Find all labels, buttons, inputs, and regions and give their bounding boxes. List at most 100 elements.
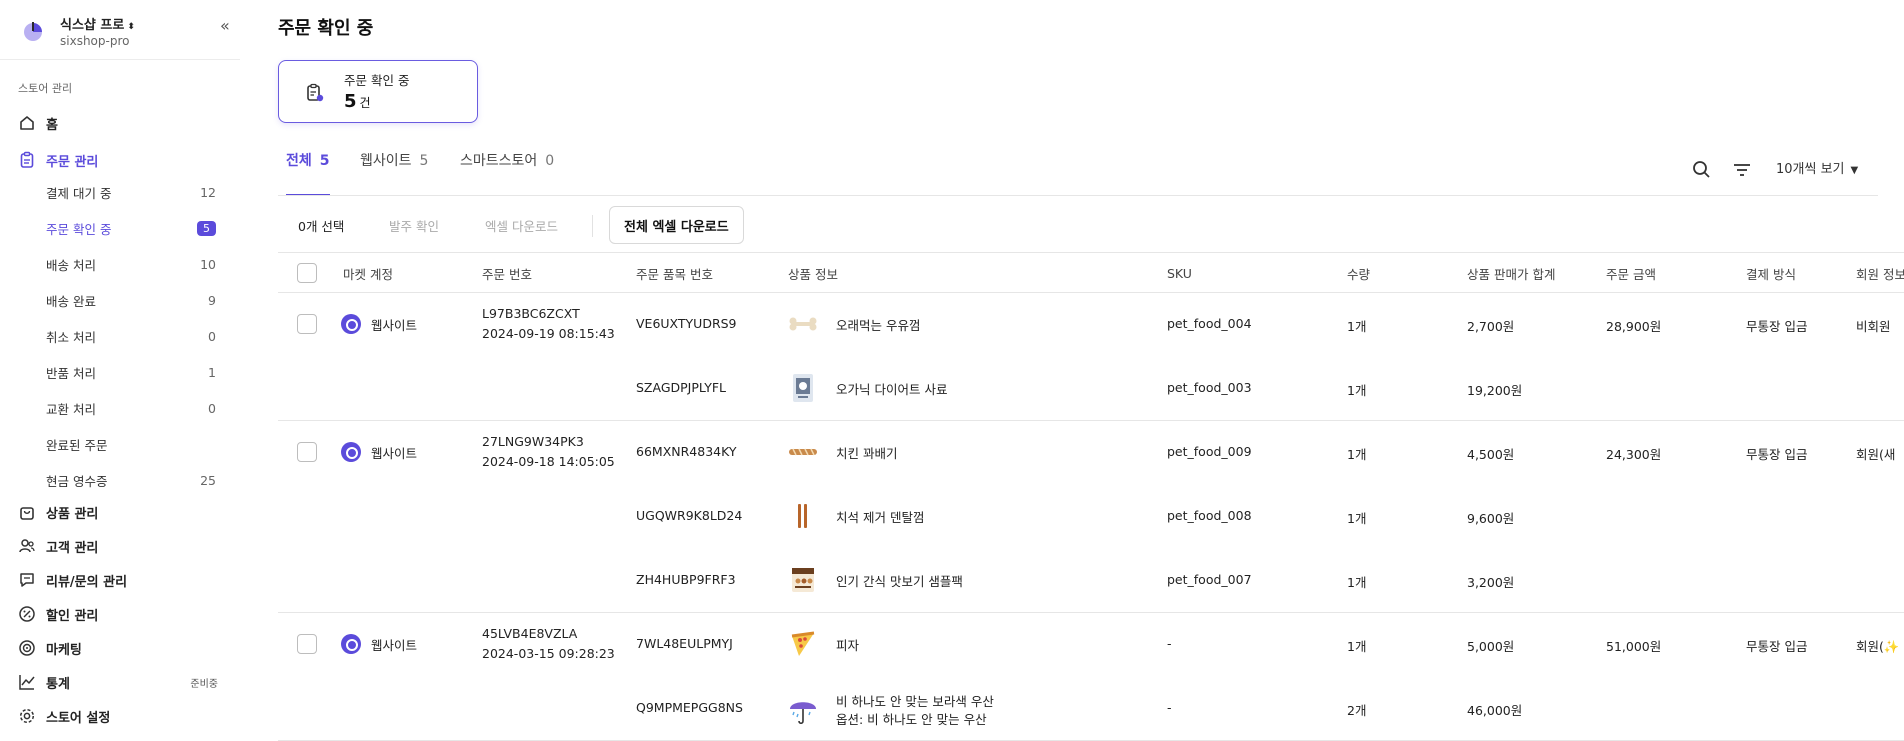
order-number-cell[interactable]: 45LVB4E8VZLA 2024-03-15 09:28:23 [482,624,615,664]
col-member: 회원 정보 [1856,266,1904,282]
page-size-select[interactable]: 10개씩 보기 ▼ [1776,158,1858,177]
quantity: 1개 [1347,511,1367,526]
payment-method: 무통장 입금 [1746,319,1808,334]
order-number-cell[interactable]: 27LNG9W34PK3 2024-09-18 14:05:05 [482,432,615,472]
row-checkbox[interactable] [297,314,317,334]
col-market: 마켓 계정 [343,266,393,282]
member-info: 회원(✨ [1856,639,1900,654]
sku: - [1167,700,1172,715]
item-number: UGQWR9K8LD24 [636,508,743,523]
divider [592,215,593,237]
sidebar-sub-delivered[interactable]: 배송 완료 9 [46,285,216,315]
sidebar-item-reviews[interactable]: 리뷰/문의 관리 [18,565,218,595]
sku: - [1167,636,1172,651]
product-cell[interactable]: 오래먹는 우유껌 [788,309,920,339]
subtotal: 2,700원 [1467,319,1515,334]
order-amount: 24,300원 [1606,447,1662,462]
website-icon [341,634,361,654]
sidebar-sub-payment-pending[interactable]: 결제 대기 중 12 [46,177,216,207]
sidebar-item-products[interactable]: 상품 관리 [18,497,218,527]
excel-download-button[interactable]: 엑셀 다운로드 [485,205,558,245]
row-checkbox[interactable] [297,634,317,654]
sku: pet_food_004 [1167,316,1252,331]
website-icon [341,442,361,462]
store-switcher[interactable]: 식스샵 프로 ⬍ sixshop-pro [18,10,228,50]
member-info: 회원(새 [1856,447,1896,462]
select-all-checkbox[interactable] [297,263,317,283]
target-icon [19,640,35,656]
clipboard-check-icon [307,83,324,102]
summary-value: 5 [344,91,357,112]
product-cell[interactable]: 피자 [788,629,859,659]
quantity: 1개 [1347,575,1367,590]
sidebar-item-customers[interactable]: 고객 관리 [18,531,218,561]
selected-count: 0개 선택 [298,218,345,234]
sku: pet_food_008 [1167,508,1252,523]
quantity: 2개 [1347,703,1367,718]
sub-count: 0 [208,400,216,416]
sub-label: 주문 확인 중 [46,221,112,237]
filter-icon[interactable] [1730,158,1754,182]
tab-website[interactable]: 웹사이트 5 [360,150,428,196]
product-cell[interactable]: 오가닉 다이어트 사료 [788,373,947,403]
sidebar-item-stats[interactable]: 통계 준비중 [18,667,218,697]
shopping-bag-icon [20,507,34,520]
tab-all[interactable]: 전체 5 [286,150,330,196]
pizza-icon [788,629,818,659]
product-cell[interactable]: 치석 제거 덴탈껌 [788,501,924,531]
product-cell[interactable]: 비 하나도 안 맞는 보라색 우산 옵션: 비 하나도 안 맞는 우산 [788,693,994,729]
row-checkbox[interactable] [297,442,317,462]
users-icon [19,539,35,553]
sidebar-item-label: 고객 관리 [46,540,99,556]
item-number: Q9MPMEPGG8NS [636,700,743,715]
product-cell[interactable]: 치킨 꽈배기 [788,437,897,467]
product-name: 오래먹는 우유껌 [836,317,921,333]
store-id: sixshop-pro [60,34,130,48]
subtotal: 9,600원 [1467,511,1515,526]
sidebar-sub-exchange[interactable]: 교환 처리 0 [46,393,216,423]
collapse-sidebar-icon[interactable]: « [220,16,230,35]
sidebar-item-home[interactable]: 홈 [18,108,218,138]
sidebar-item-label: 마케팅 [46,642,82,658]
gear-icon [19,708,35,724]
excel-download-all-button[interactable]: 전체 엑셀 다운로드 [609,206,744,244]
col-item-no: 주문 품목 번호 [636,266,713,282]
sidebar-sub-shipping[interactable]: 배송 처리 10 [46,249,216,279]
sidebar-item-label: 통계 [46,676,70,692]
quantity: 1개 [1347,639,1367,654]
tab-count: 5 [419,153,429,169]
product-cell[interactable]: 인기 간식 맛보기 샘플팩 [788,565,963,595]
coming-soon-badge: 준비중 [190,678,218,690]
order-number-cell[interactable]: L97B3BC6ZCXT 2024-09-19 08:15:43 [482,304,615,344]
sidebar-sub-cancel[interactable]: 취소 처리 0 [46,321,216,351]
website-icon [341,314,361,334]
percent-icon [19,606,35,622]
sidebar-sub-order-confirming[interactable]: 주문 확인 중 5 [46,213,216,243]
col-product: 상품 정보 [788,266,838,282]
line-chart-icon [19,675,35,690]
sidebar-item-settings[interactable]: 스토어 설정 [18,701,218,731]
tab-smartstore[interactable]: 스마트스토어 0 [460,150,554,196]
sidebar-item-marketing[interactable]: 마케팅 [18,633,218,663]
item-number: 66MXNR4834KY [636,444,737,459]
sidebar-sub-completed[interactable]: 완료된 주문 [46,429,216,459]
divider [278,420,1904,421]
quantity: 1개 [1347,319,1367,334]
item-number: 7WL48EULPMYJ [636,636,733,651]
subtotal: 46,000원 [1467,703,1523,718]
chat-icon [20,573,34,587]
chevron-updown-icon: ⬍ [127,22,135,32]
sidebar-sub-cash-receipt[interactable]: 현금 영수증 25 [46,465,216,495]
confirm-order-button[interactable]: 발주 확인 [389,205,439,245]
search-icon[interactable] [1690,158,1714,182]
summary-card[interactable]: 주문 확인 중 5건 [278,60,478,123]
payment-method: 무통장 입금 [1746,447,1808,462]
sidebar-item-orders[interactable]: 주문 관리 [18,145,218,175]
order-date: 2024-09-19 08:15:43 [482,326,615,341]
subtotal: 5,000원 [1467,639,1515,654]
sidebar-item-discounts[interactable]: 할인 관리 [18,599,218,629]
caret-down-icon: ▼ [1850,165,1859,176]
sample-pack-icon [788,565,818,595]
sidebar-sub-return[interactable]: 반품 처리 1 [46,357,216,387]
sub-count: 9 [208,292,216,308]
